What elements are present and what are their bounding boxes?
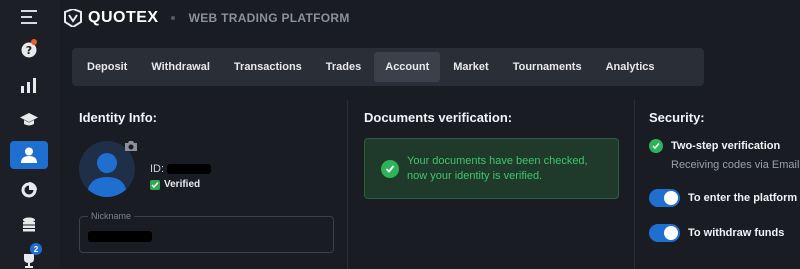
documents-verified-notice: Your documents have been checked, now yo… — [364, 138, 619, 199]
toggle-enter-platform-label: To enter the platform — [688, 192, 798, 204]
panel-divider — [347, 100, 348, 269]
toggle-enter-platform[interactable] — [649, 189, 680, 207]
chart-bars-icon — [21, 77, 36, 93]
tab-withdrawal[interactable]: Withdrawal — [140, 52, 221, 82]
graduation-cap-icon — [20, 113, 38, 126]
tab-deposit[interactable]: Deposit — [76, 52, 138, 82]
panel-divider — [634, 100, 635, 269]
toggle-knob — [664, 191, 678, 205]
market-button[interactable] — [10, 211, 48, 239]
brand: QUOTEX WEB TRADING PLATFORM — [64, 8, 350, 28]
toggle-withdraw-funds-label: To withdraw funds — [688, 227, 785, 239]
identity-title: Identity Info: — [79, 110, 157, 125]
tab-account[interactable]: Account — [374, 52, 441, 82]
account-id-label: ID: — [150, 163, 165, 175]
nickname-label: Nickname — [88, 211, 135, 221]
documents-message: Your documents have been checked, now yo… — [407, 154, 588, 182]
security-title: Security: — [649, 110, 705, 125]
check-circle-icon — [381, 159, 399, 178]
account-tabs: Deposit Withdrawal Transactions Trades A… — [72, 48, 704, 86]
two-step-title: Two-step verification — [671, 140, 781, 152]
verified-label: Verified — [164, 179, 201, 190]
check-circle-icon — [649, 139, 663, 153]
analytics-button[interactable] — [10, 176, 48, 204]
change-photo-button[interactable] — [124, 139, 138, 157]
left-sidebar: ? 2 — [0, 0, 60, 269]
nickname-field[interactable]: Nickname — [79, 211, 334, 253]
brand-separator — [170, 16, 175, 20]
documents-title: Documents verification: — [364, 110, 513, 125]
help-button[interactable]: ? — [10, 36, 48, 64]
education-button[interactable] — [10, 106, 48, 134]
trading-button[interactable] — [10, 71, 48, 99]
brand-name: QUOTEX — [88, 9, 159, 26]
account-button[interactable] — [10, 141, 48, 169]
user-icon — [21, 147, 37, 163]
tournaments-button[interactable]: 2 — [10, 243, 48, 269]
tab-market[interactable]: Market — [442, 52, 499, 82]
menu-icon — [21, 10, 37, 24]
pie-chart-icon — [21, 182, 37, 198]
notification-dot — [31, 39, 37, 45]
account-id: ID: — [150, 163, 212, 175]
redacted-id — [167, 164, 212, 174]
tab-tournaments[interactable]: Tournaments — [502, 52, 593, 82]
two-step-subtitle: Receiving codes via Email — [671, 159, 800, 171]
tab-transactions[interactable]: Transactions — [223, 52, 313, 82]
menu-button[interactable] — [10, 3, 48, 31]
quotex-logo-icon — [64, 9, 82, 27]
coins-icon — [23, 217, 35, 232]
trophy-icon — [24, 254, 34, 268]
redacted-nickname — [88, 231, 152, 242]
toggle-knob — [664, 226, 678, 240]
verified-status: Verified — [150, 179, 200, 190]
tournaments-badge: 2 — [30, 243, 42, 255]
svg-text:?: ? — [26, 44, 32, 57]
verified-check-icon — [150, 179, 160, 190]
camera-icon — [125, 141, 137, 151]
tab-trades[interactable]: Trades — [315, 52, 372, 82]
brand-subtitle: WEB TRADING PLATFORM — [188, 11, 350, 25]
toggle-withdraw-funds[interactable] — [649, 224, 680, 242]
tab-analytics[interactable]: Analytics — [595, 52, 666, 82]
